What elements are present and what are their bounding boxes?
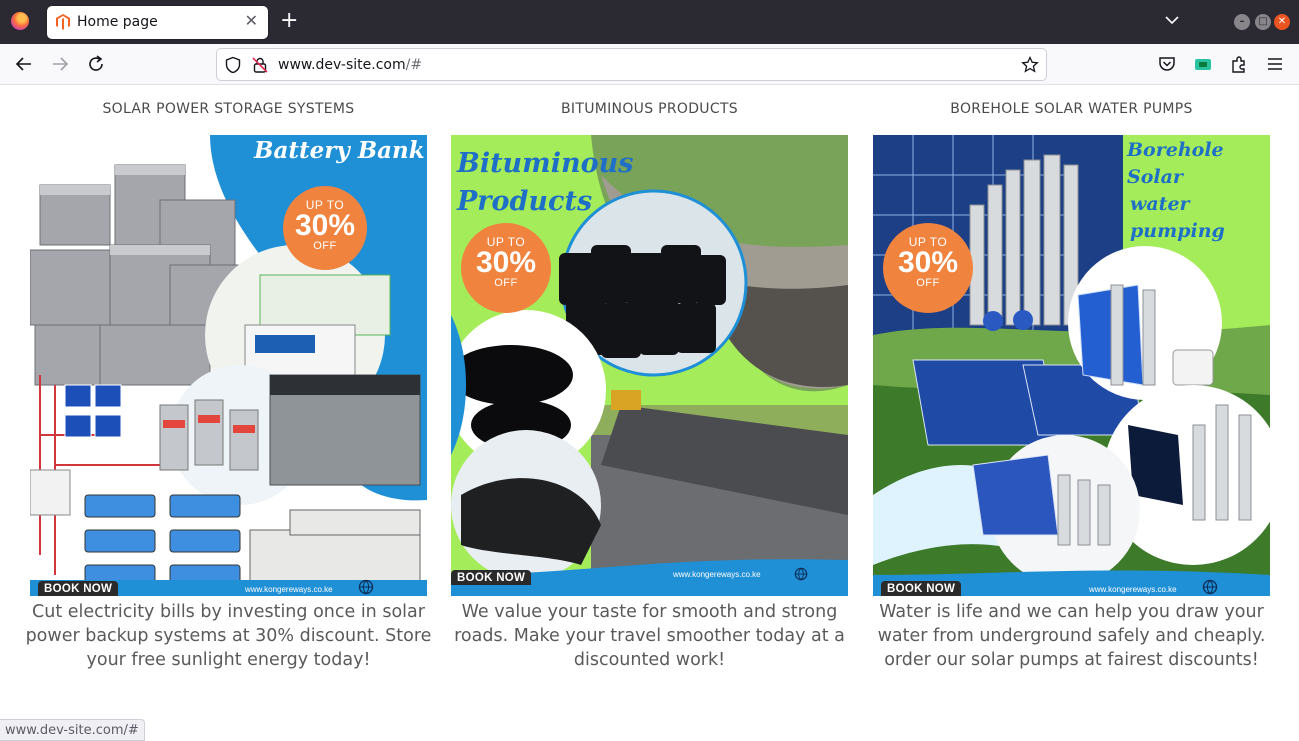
tab-home-page[interactable]: Home page ✕ xyxy=(47,6,268,39)
banner-title: Bituminous Products xyxy=(457,145,633,221)
promo-image-bituminous[interactable]: Bituminous Products UP TO 30% OFF BOOK N… xyxy=(451,135,848,596)
badge-bottom-text: OFF xyxy=(494,277,518,289)
banner-title: Battery Bank xyxy=(254,137,425,164)
insecure-lock-icon[interactable] xyxy=(251,56,269,74)
extensions-puzzle-icon[interactable] xyxy=(1229,54,1249,74)
pocket-icon[interactable] xyxy=(1157,54,1177,74)
discount-badge: UP TO 30% OFF xyxy=(883,223,973,313)
new-tab-button[interactable]: + xyxy=(280,9,298,33)
url-host: www.dev-site.com xyxy=(278,57,406,73)
discount-badge: UP TO 30% OFF xyxy=(283,186,367,270)
book-now-button[interactable]: BOOK NOW xyxy=(38,581,119,596)
card-title: BOREHOLE SOLAR WATER PUMPS xyxy=(950,101,1193,117)
card-title: SOLAR POWER STORAGE SYSTEMS xyxy=(102,101,355,117)
url-text: www.dev-site.com/# xyxy=(278,57,422,73)
page-content: SOLAR POWER STORAGE SYSTEMS Battery Bank… xyxy=(0,85,1299,741)
card-description: Water is life and we can help you draw y… xyxy=(877,602,1266,670)
url-path: /# xyxy=(405,57,423,73)
badge-value: 30% xyxy=(294,209,356,242)
promo-image-borehole-solar[interactable]: Borehole Solar water pumping UP TO 30% O… xyxy=(873,135,1270,596)
banner-line-2: water pumping xyxy=(1130,193,1225,242)
badge-bottom-text: OFF xyxy=(916,277,940,289)
card-description: Cut electricity bills by investing once … xyxy=(25,602,432,670)
extension-green-icon[interactable] xyxy=(1193,54,1213,74)
close-window-button[interactable]: ✕ xyxy=(1274,14,1290,30)
forward-arrow-icon[interactable] xyxy=(50,54,70,74)
globe-icon xyxy=(358,579,374,595)
banner-line-2: Products xyxy=(457,186,593,217)
site-url-label: www.kongereways.co.ke xyxy=(245,585,333,594)
close-tab-icon[interactable]: ✕ xyxy=(245,11,258,30)
book-now-button[interactable]: BOOK NOW xyxy=(451,570,532,585)
discount-badge: UP TO 30% OFF xyxy=(461,223,551,313)
banner-line-1: Borehole Solar xyxy=(1127,139,1224,188)
globe-icon xyxy=(794,567,808,581)
promo-image-battery-bank[interactable]: Battery Bank UP TO 30% OFF BOOK NOW www.… xyxy=(30,135,427,596)
firefox-icon[interactable] xyxy=(11,12,29,30)
card-description: We value your taste for smooth and stron… xyxy=(454,602,845,670)
hamburger-menu-icon[interactable] xyxy=(1265,54,1285,74)
back-arrow-icon[interactable] xyxy=(14,54,34,74)
reload-icon[interactable] xyxy=(86,54,106,74)
shield-icon[interactable] xyxy=(224,56,242,74)
tab-title: Home page xyxy=(77,14,158,30)
badge-value: 30% xyxy=(897,246,959,279)
book-now-button[interactable]: BOOK NOW xyxy=(881,581,962,596)
magento-icon xyxy=(56,14,70,30)
card-title: BITUMINOUS PRODUCTS xyxy=(561,101,738,117)
banner-line-1: Bituminous xyxy=(457,148,634,179)
chevron-down-icon[interactable] xyxy=(1164,12,1180,28)
tab-strip: Home page ✕ + – □ ✕ xyxy=(0,0,1299,44)
maximize-window-button[interactable]: □ xyxy=(1255,14,1271,30)
banner-title: Borehole Solar water pumping xyxy=(1127,137,1270,245)
globe-icon xyxy=(1202,579,1218,595)
bookmark-star-icon[interactable] xyxy=(1021,56,1039,74)
site-url-label: www.kongereways.co.ke xyxy=(673,570,761,579)
address-bar[interactable]: www.dev-site.com/# xyxy=(216,48,1047,81)
navigation-toolbar: www.dev-site.com/# xyxy=(0,44,1299,85)
site-url-label: www.kongereways.co.ke xyxy=(1089,585,1177,594)
status-bar-url: www.dev-site.com/# xyxy=(0,719,145,741)
battery-bank-artwork xyxy=(30,135,427,596)
badge-value: 30% xyxy=(475,246,537,279)
minimize-window-button[interactable]: – xyxy=(1234,14,1250,30)
